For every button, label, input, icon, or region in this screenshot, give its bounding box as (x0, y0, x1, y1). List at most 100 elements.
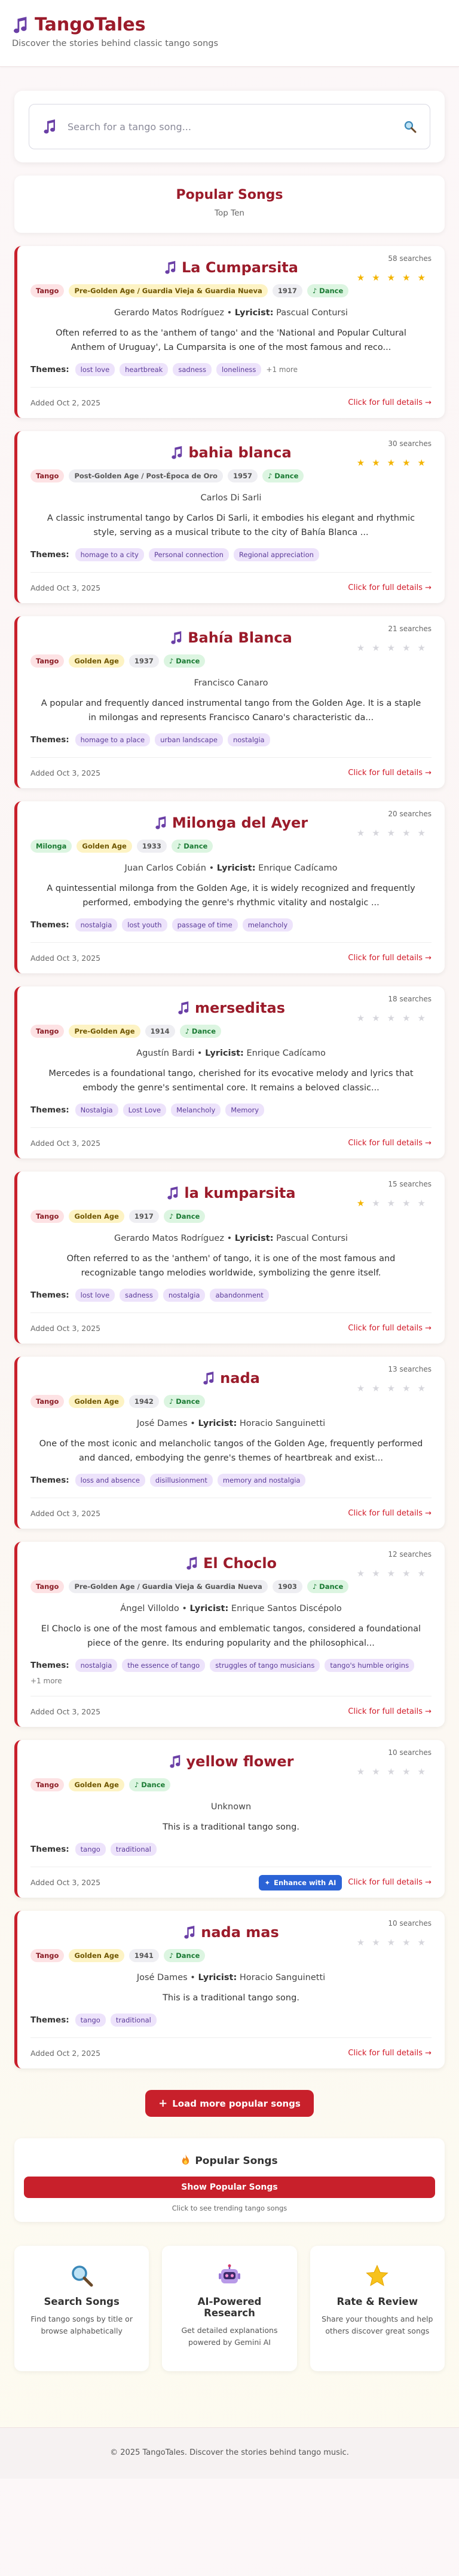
rating-star-icon[interactable]: ★ (372, 1937, 380, 1948)
rating-star-icon[interactable]: ★ (387, 1568, 395, 1579)
song-card[interactable]: Milonga del Ayer 20 searches ★ ★ ★ ★ ★ Milon… (14, 801, 445, 973)
rating-star-icon[interactable]: ★ (372, 1568, 380, 1579)
full-details-link[interactable]: Click for full details → (348, 954, 432, 963)
rating-star-icon[interactable]: ★ (387, 1383, 395, 1394)
song-title[interactable]: Bahía Blanca (188, 629, 292, 646)
enhance-with-ai-button[interactable]: ✦ Enhance with AI (258, 1874, 342, 1890)
full-details-link[interactable]: Click for full details → (348, 583, 432, 592)
song-title[interactable]: merseditas (195, 1000, 285, 1016)
rating-star-icon[interactable]: ★ (372, 1766, 380, 1777)
rating-star-icon[interactable]: ★ (402, 457, 410, 468)
rating-star-icon[interactable]: ★ (357, 1198, 365, 1209)
rating-star-icon[interactable]: ★ (402, 643, 410, 653)
rating-star-icon[interactable]: ★ (418, 828, 426, 838)
rating-stars[interactable]: ★ ★ ★ ★ ★ (357, 1013, 426, 1023)
rating-stars[interactable]: ★ ★ ★ ★ ★ (357, 1383, 426, 1394)
rating-star-icon[interactable]: ★ (357, 1937, 365, 1948)
rating-star-icon[interactable]: ★ (357, 1383, 365, 1394)
rating-star-icon[interactable]: ★ (372, 457, 380, 468)
rating-star-icon[interactable]: ★ (372, 1383, 380, 1394)
rating-star-icon[interactable]: ★ (357, 1766, 365, 1777)
song-title[interactable]: la kumparsita (184, 1185, 295, 1201)
rating-star-icon[interactable]: ★ (418, 1568, 426, 1579)
rating-stars[interactable]: ★ ★ ★ ★ ★ (357, 272, 426, 283)
show-popular-songs-button[interactable]: Show Popular Songs (24, 2177, 435, 2198)
song-badge: Tango (30, 1395, 65, 1408)
rating-star-icon[interactable]: ★ (387, 1013, 395, 1023)
rating-star-icon[interactable]: ★ (402, 1198, 410, 1209)
rating-star-icon[interactable]: ★ (402, 1937, 410, 1948)
rating-star-icon[interactable]: ★ (418, 1766, 426, 1777)
rating-star-icon[interactable]: ★ (418, 1198, 426, 1209)
rating-star-icon[interactable]: ★ (372, 828, 380, 838)
rating-star-icon[interactable]: ★ (387, 643, 395, 653)
full-details-link[interactable]: Click for full details → (348, 398, 432, 407)
rating-stars[interactable]: ★ ★ ★ ★ ★ (357, 1568, 426, 1579)
rating-stars[interactable]: ★ ★ ★ ★ ★ (357, 1937, 426, 1948)
load-more-button[interactable]: + Load more popular songs (145, 2090, 314, 2117)
rating-star-icon[interactable]: ★ (402, 1568, 410, 1579)
song-title[interactable]: nada (220, 1370, 260, 1387)
themes-label: Themes: (30, 1661, 69, 1670)
full-details-link[interactable]: Click for full details → (348, 1707, 432, 1716)
rating-star-icon[interactable]: ★ (357, 643, 365, 653)
rating-star-icon[interactable]: ★ (372, 1198, 380, 1209)
song-card[interactable]: bahia blanca 30 searches ★ ★ ★ ★ ★ Tango Post… (14, 431, 445, 603)
song-title[interactable]: La Cumparsita (182, 259, 298, 276)
song-title[interactable]: yellow flower (186, 1753, 294, 1770)
card-footer: Added Oct 2, 2025 Click for full details… (30, 387, 432, 418)
rating-star-icon[interactable]: ★ (372, 1013, 380, 1023)
rating-star-icon[interactable]: ★ (402, 828, 410, 838)
song-card[interactable]: la kumparsita 15 searches ★ ★ ★ ★ ★ Tango Gol… (14, 1172, 445, 1344)
rating-star-icon[interactable]: ★ (372, 643, 380, 653)
rating-star-icon[interactable]: ★ (357, 1013, 365, 1023)
rating-star-icon[interactable]: ★ (357, 457, 365, 468)
rating-star-icon[interactable]: ★ (387, 272, 395, 283)
song-card[interactable]: yellow flower 10 searches ★ ★ ★ ★ ★ Tango Gol… (14, 1740, 445, 1898)
rating-star-icon[interactable]: ★ (418, 272, 426, 283)
rating-star-icon[interactable]: ★ (402, 272, 410, 283)
rating-star-icon[interactable]: ★ (357, 828, 365, 838)
rating-stars[interactable]: ★ ★ ★ ★ ★ (357, 1198, 426, 1209)
search-icon[interactable] (403, 120, 417, 133)
rating-star-icon[interactable]: ★ (418, 1013, 426, 1023)
song-card[interactable]: nada mas 10 searches ★ ★ ★ ★ ★ Tango Golden A… (14, 1911, 445, 2068)
song-card[interactable]: nada 13 searches ★ ★ ★ ★ ★ Tango Golden Age 19… (14, 1357, 445, 1529)
rating-stars[interactable]: ★ ★ ★ ★ ★ (357, 457, 426, 468)
rating-star-icon[interactable]: ★ (418, 643, 426, 653)
rating-star-icon[interactable]: ★ (402, 1766, 410, 1777)
rating-star-icon[interactable]: ★ (387, 457, 395, 468)
song-card[interactable]: Bahía Blanca 21 searches ★ ★ ★ ★ ★ Tango Gold… (14, 616, 445, 788)
rating-star-icon[interactable]: ★ (418, 457, 426, 468)
rating-star-icon[interactable]: ★ (387, 1766, 395, 1777)
song-title[interactable]: El Choclo (203, 1555, 277, 1572)
search-box[interactable] (29, 104, 430, 149)
search-input[interactable] (68, 121, 393, 133)
rating-star-icon[interactable]: ★ (402, 1383, 410, 1394)
song-title[interactable]: nada mas (201, 1924, 279, 1941)
rating-star-icon[interactable]: ★ (387, 1198, 395, 1209)
rating-star-icon[interactable]: ★ (357, 1568, 365, 1579)
song-title[interactable]: bahia blanca (188, 444, 291, 461)
rating-star-icon[interactable]: ★ (418, 1937, 426, 1948)
full-details-link[interactable]: Click for full details → (348, 2049, 432, 2058)
full-details-link[interactable]: Click for full details → (348, 769, 432, 777)
rating-star-icon[interactable]: ★ (387, 1937, 395, 1948)
song-title[interactable]: Milonga del Ayer (172, 814, 308, 831)
full-details-link[interactable]: Click for full details → (348, 1509, 432, 1518)
full-details-link[interactable]: Click for full details → (348, 1878, 432, 1887)
full-details-link[interactable]: Click for full details → (348, 1139, 432, 1148)
rating-stars[interactable]: ★ ★ ★ ★ ★ (357, 643, 426, 653)
rating-stars[interactable]: ★ ★ ★ ★ ★ (357, 828, 426, 838)
song-card[interactable]: merseditas 18 searches ★ ★ ★ ★ ★ Tango Pre-Go… (14, 986, 445, 1158)
rating-star-icon[interactable]: ★ (357, 272, 365, 283)
song-card[interactable]: La Cumparsita 58 searches ★ ★ ★ ★ ★ Tango Pre… (14, 246, 445, 418)
rating-stars[interactable]: ★ ★ ★ ★ ★ (357, 1766, 426, 1777)
song-card[interactable]: El Choclo 12 searches ★ ★ ★ ★ ★ Tango Pre-Gol… (14, 1542, 445, 1727)
full-details-link[interactable]: Click for full details → (348, 1324, 432, 1333)
rating-star-icon[interactable]: ★ (402, 1013, 410, 1023)
rating-star-icon[interactable]: ★ (387, 828, 395, 838)
rating-star-icon[interactable]: ★ (372, 272, 380, 283)
brand[interactable]: TangoTales (12, 14, 447, 35)
rating-star-icon[interactable]: ★ (418, 1383, 426, 1394)
